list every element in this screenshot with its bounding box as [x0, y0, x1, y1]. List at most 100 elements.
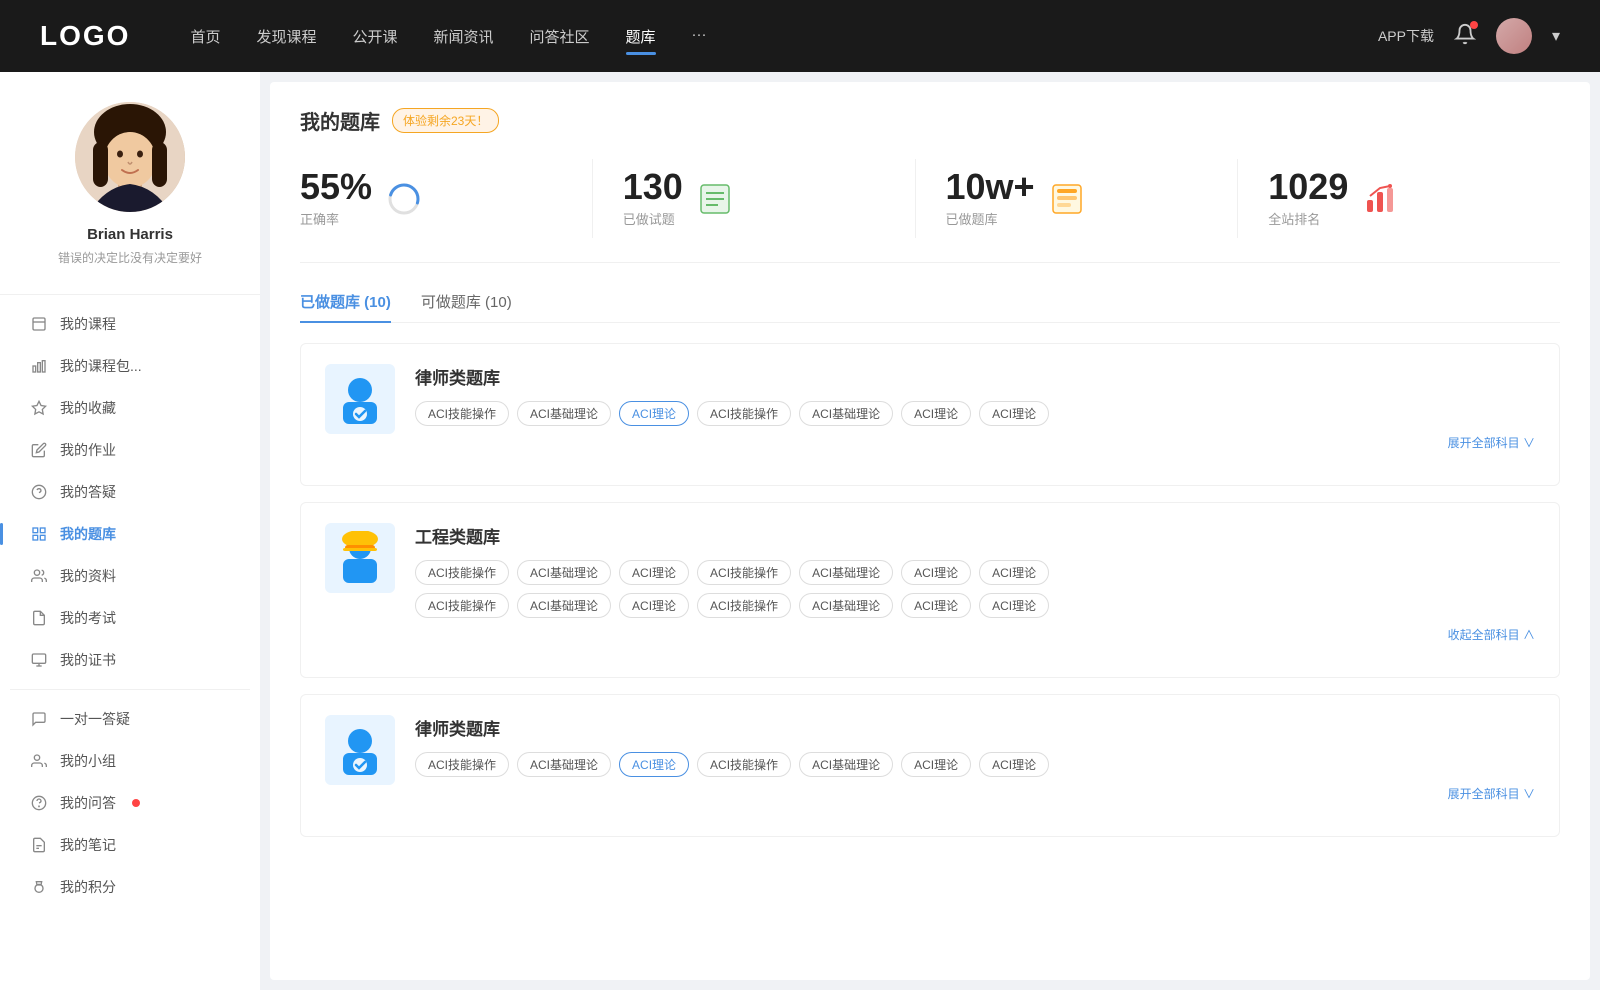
tag[interactable]: ACI理论 — [619, 401, 689, 426]
tag[interactable]: ACI理论 — [979, 401, 1049, 426]
page-header: 我的题库 体验剩余23天！ — [300, 106, 1560, 135]
stat-qbank-done: 10w+ 已做题库 — [916, 159, 1239, 238]
nav-more[interactable]: ··· — [692, 22, 707, 51]
qbank-header-engineer: 工程类题库 ACI技能操作 ACI基础理论 ACI理论 ACI技能操作 ACI基… — [325, 523, 1535, 643]
tag[interactable]: ACI基础理论 — [799, 593, 893, 618]
stat-qbank-done-value: 10w+ — [946, 169, 1035, 205]
qbank-icon-engineer — [325, 523, 395, 593]
nav-discover[interactable]: 发现课程 — [256, 22, 316, 51]
qbank-card-engineer: 工程类题库 ACI技能操作 ACI基础理论 ACI理论 ACI技能操作 ACI基… — [300, 502, 1560, 678]
stat-rank: 1029 全站排名 — [1238, 159, 1560, 238]
tag[interactable]: ACI基础理论 — [517, 752, 611, 777]
stat-questions-value: 130 — [623, 169, 683, 205]
tag[interactable]: ACI技能操作 — [697, 560, 791, 585]
sidebar-label-exam: 我的考试 — [60, 608, 116, 628]
cert-icon — [30, 651, 48, 669]
tag[interactable]: ACI技能操作 — [415, 560, 509, 585]
nav-qa[interactable]: 问答社区 — [530, 22, 590, 51]
tag[interactable]: ACI理论 — [619, 560, 689, 585]
sidebar-item-course-packages[interactable]: 我的课程包... — [10, 345, 250, 387]
tag[interactable]: ACI理论 — [619, 593, 689, 618]
qbank-done-icon — [1049, 181, 1085, 217]
sidebar-label-1on1: 一对一答疑 — [60, 709, 130, 729]
qbank-card-lawyer-1: 律师类题库 ACI技能操作 ACI基础理论 ACI理论 ACI技能操作 ACI基… — [300, 343, 1560, 486]
tag[interactable]: ACI技能操作 — [415, 752, 509, 777]
tag[interactable]: ACI基础理论 — [799, 752, 893, 777]
tab-available[interactable]: 可做题库 (10) — [421, 291, 512, 322]
sidebar-item-homework[interactable]: 我的作业 — [10, 429, 250, 471]
nav-opencourse[interactable]: 公开课 — [352, 22, 397, 51]
qbank-title-lawyer-1: 律师类题库 — [415, 364, 1535, 389]
sidebar-item-1on1[interactable]: 一对一答疑 — [10, 698, 250, 740]
tag[interactable]: ACI理论 — [901, 560, 971, 585]
stat-accuracy: 55% 正确率 — [300, 159, 593, 238]
tab-done[interactable]: 已做题库 (10) — [300, 291, 391, 322]
nav-qbank[interactable]: 题库 — [626, 22, 656, 51]
sidebar-label-questions: 我的答疑 — [60, 482, 116, 502]
tag[interactable]: ACI理论 — [901, 752, 971, 777]
user-dropdown-arrow[interactable]: ▾ — [1552, 26, 1560, 46]
logo: LOGO — [40, 20, 130, 52]
tag[interactable]: ACI理论 — [979, 593, 1049, 618]
page-title: 我的题库 — [300, 106, 380, 135]
user-avatar[interactable] — [1496, 18, 1532, 54]
sidebar-item-group[interactable]: 我的小组 — [10, 740, 250, 782]
tag[interactable]: ACI技能操作 — [697, 593, 791, 618]
stat-rank-value: 1029 — [1268, 169, 1348, 205]
tag[interactable]: ACI基础理论 — [517, 401, 611, 426]
qbank-card-lawyer-2: 律师类题库 ACI技能操作 ACI基础理论 ACI理论 ACI技能操作 ACI基… — [300, 694, 1560, 837]
tag[interactable]: ACI基础理论 — [799, 401, 893, 426]
sidebar-item-myqa[interactable]: 我的问答 — [10, 782, 250, 824]
expand-link-lawyer-2[interactable]: 展开全部科目 ∨ — [415, 785, 1535, 802]
notification-bell[interactable] — [1454, 23, 1476, 50]
tag[interactable]: ACI技能操作 — [697, 401, 791, 426]
sidebar-label-group: 我的小组 — [60, 751, 116, 771]
sidebar-item-notes[interactable]: 我的笔记 — [10, 824, 250, 866]
tag[interactable]: ACI理论 — [901, 401, 971, 426]
doc-icon — [30, 315, 48, 333]
sidebar-item-courses[interactable]: 我的课程 — [10, 303, 250, 345]
sidebar-item-cert[interactable]: 我的证书 — [10, 639, 250, 681]
tag[interactable]: ACI基础理论 — [799, 560, 893, 585]
nav-home[interactable]: 首页 — [190, 22, 220, 51]
sidebar-item-exam[interactable]: 我的考试 — [10, 597, 250, 639]
tag[interactable]: ACI理论 — [979, 752, 1049, 777]
nav-news[interactable]: 新闻资讯 — [434, 22, 494, 51]
sidebar-item-favorites[interactable]: 我的收藏 — [10, 387, 250, 429]
avatar — [75, 102, 185, 212]
tag[interactable]: ACI理论 — [901, 593, 971, 618]
question-circle-icon — [30, 483, 48, 501]
tag[interactable]: ACI基础理论 — [517, 593, 611, 618]
sidebar-label-favorites: 我的收藏 — [60, 398, 116, 418]
stat-questions: 130 已做试题 — [593, 159, 916, 238]
tag[interactable]: ACI基础理论 — [517, 560, 611, 585]
medal-icon — [30, 878, 48, 896]
grid-icon — [30, 525, 48, 543]
sidebar-item-points[interactable]: 我的积分 — [10, 866, 250, 908]
qmark-icon — [30, 794, 48, 812]
app-download-button[interactable]: APP下载 — [1378, 26, 1434, 46]
group-icon — [30, 752, 48, 770]
sidebar-label-homework: 我的作业 — [60, 440, 116, 460]
tag[interactable]: ACI技能操作 — [415, 401, 509, 426]
sidebar-label-cert: 我的证书 — [60, 650, 116, 670]
profile-name: Brian Harris — [87, 226, 173, 243]
sidebar-label-packages: 我的课程包... — [60, 356, 142, 376]
sidebar-item-profile[interactable]: 我的资料 — [10, 555, 250, 597]
sidebar-divider — [0, 294, 260, 295]
tag[interactable]: ACI技能操作 — [697, 752, 791, 777]
tag[interactable]: ACI理论 — [979, 560, 1049, 585]
sidebar-label-qbank: 我的题库 — [60, 524, 116, 544]
navbar: LOGO 首页 发现课程 公开课 新闻资讯 问答社区 题库 ··· APP下载 … — [0, 0, 1600, 72]
sidebar-item-qbank[interactable]: 我的题库 — [10, 513, 250, 555]
expand-link-lawyer-1[interactable]: 展开全部科目 ∨ — [415, 434, 1535, 451]
sidebar-item-questions[interactable]: 我的答疑 — [10, 471, 250, 513]
sidebar-profile: Brian Harris 错误的决定比没有决定要好 — [0, 72, 260, 286]
sidebar-label-myqa: 我的问答 — [60, 793, 116, 813]
tag[interactable]: ACI理论 — [619, 752, 689, 777]
qbank-header-lawyer-1: 律师类题库 ACI技能操作 ACI基础理论 ACI理论 ACI技能操作 ACI基… — [325, 364, 1535, 451]
collapse-link-engineer[interactable]: 收起全部科目 ∧ — [415, 626, 1535, 643]
tag[interactable]: ACI技能操作 — [415, 593, 509, 618]
sidebar-divider-2 — [10, 689, 250, 690]
nav-right: APP下载 ▾ — [1378, 18, 1560, 54]
